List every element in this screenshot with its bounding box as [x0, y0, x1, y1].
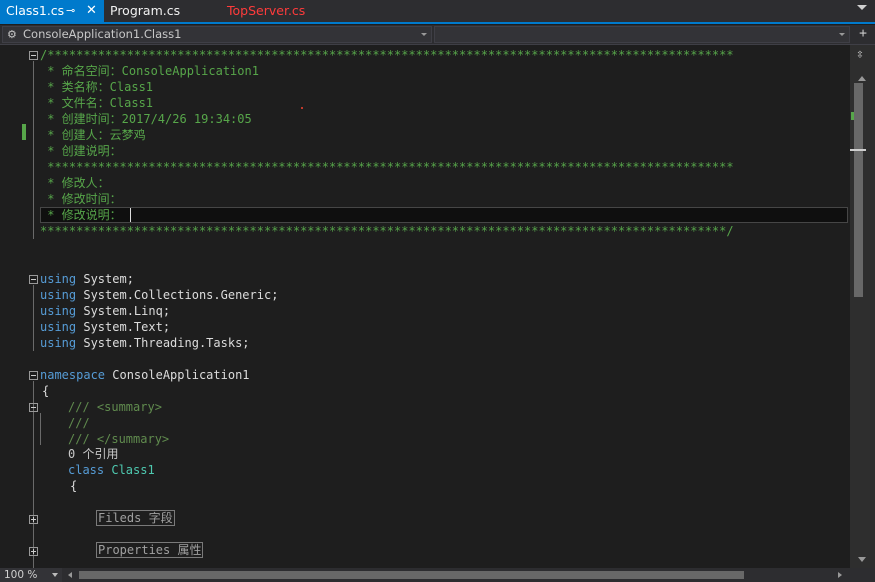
- zoom-value: 100 %: [4, 569, 38, 581]
- tab-overflow-icon[interactable]: [857, 5, 867, 10]
- region-label: Properties 属性: [96, 542, 204, 558]
- chevron-down-icon: [421, 33, 427, 36]
- namespace-name: ConsoleApplication1: [105, 368, 250, 382]
- code-line: ****************************************…: [40, 160, 734, 174]
- keyword: using: [40, 320, 77, 334]
- collapse-toggle[interactable]: [29, 51, 38, 60]
- chevron-down-icon: [839, 33, 845, 36]
- chevron-down-icon: [52, 573, 58, 577]
- using-line: using System;: [40, 271, 134, 287]
- doc-comment: /// </summary>: [68, 432, 170, 446]
- text-caret: [130, 208, 131, 222]
- codelens-references[interactable]: 0 个引用: [68, 446, 118, 462]
- namespace-ref: System.Collections.Generic;: [76, 288, 279, 302]
- code-line: ****************************************…: [40, 224, 734, 238]
- outline-guide: [40, 413, 41, 445]
- class-hierarchy-icon: ⚙: [7, 28, 17, 41]
- code-editor[interactable]: /***************************************…: [0, 45, 850, 568]
- member-selector-dropdown[interactable]: [434, 26, 850, 43]
- close-icon[interactable]: ✕: [86, 0, 97, 22]
- namespace-ref: System.Threading.Tasks;: [76, 336, 250, 350]
- code-line: * 类名称：Class1: [40, 80, 154, 94]
- code-line: * 文件名：Class1: [40, 96, 154, 110]
- caret-position-marker: [850, 149, 866, 151]
- collapsed-region[interactable]: Fileds 字段: [96, 510, 175, 526]
- keyword: namespace: [40, 368, 106, 382]
- red-dot: [301, 107, 303, 109]
- collapsed-region[interactable]: Properties 属性: [96, 542, 204, 558]
- namespace-ref: System;: [76, 272, 134, 286]
- using-line: using System.Linq;: [40, 303, 170, 319]
- doc-comment: /// <summary>: [68, 400, 162, 414]
- zoom-dropdown[interactable]: 100 %: [0, 568, 62, 582]
- scroll-thumb[interactable]: [854, 83, 863, 297]
- namespace-ref: System.Text;: [76, 320, 171, 334]
- pin-icon[interactable]: ⊸: [66, 0, 75, 22]
- code-line: * 创建说明：: [40, 144, 122, 158]
- tab-class1[interactable]: Class1.cs ⊸ ✕: [0, 0, 104, 22]
- expand-toggle[interactable]: [29, 547, 38, 556]
- class-name: Class1: [104, 463, 155, 477]
- keyword: class: [68, 463, 105, 477]
- current-line-highlight: [40, 207, 848, 223]
- code-line: * 创建人：云梦鸡: [40, 128, 146, 142]
- tab-topserver[interactable]: TopServer.cs: [221, 0, 311, 22]
- code-line: /***************************************…: [40, 48, 734, 62]
- change-marker: [851, 112, 854, 120]
- class-selector-value: ConsoleApplication1.Class1: [23, 27, 182, 41]
- tab-program[interactable]: Program.cs: [104, 0, 219, 22]
- doc-comment: ///: [68, 416, 90, 430]
- code-line: * 命名空间：ConsoleApplication1: [40, 64, 259, 78]
- code-line: * 修改说明：: [40, 208, 122, 222]
- tab-label: Class1.cs: [6, 3, 65, 18]
- split-plus-icon[interactable]: +: [859, 26, 867, 42]
- scroll-up-icon[interactable]: [858, 76, 866, 81]
- scroll-right-icon[interactable]: [838, 572, 842, 578]
- keyword: using: [40, 336, 77, 350]
- using-line: using System.Collections.Generic;: [40, 287, 278, 303]
- tab-label: TopServer.cs: [227, 3, 306, 18]
- collapse-toggle[interactable]: [29, 371, 38, 380]
- region-label: Fileds 字段: [96, 510, 175, 526]
- code-line: * 修改时间：: [40, 192, 122, 206]
- change-marker: [22, 124, 26, 140]
- collapse-toggle[interactable]: [29, 275, 38, 284]
- scroll-left-icon[interactable]: [68, 572, 72, 578]
- outline-guide: [33, 285, 34, 351]
- document-tab-bar: Class1.cs ⊸ ✕ Program.cs TopServer.cs: [0, 0, 875, 24]
- editor-status-bar: 100 %: [0, 568, 875, 582]
- keyword: using: [40, 288, 77, 302]
- tab-label: Program.cs: [110, 3, 181, 18]
- vertical-scrollbar[interactable]: ⇳: [850, 45, 875, 568]
- namespace-line: namespace ConsoleApplication1: [40, 367, 250, 383]
- code-line: * 修改人：: [40, 176, 110, 190]
- keyword: using: [40, 272, 77, 286]
- expand-toggle[interactable]: [29, 515, 38, 524]
- navigation-bar: ⚙ ConsoleApplication1.Class1 +: [0, 25, 875, 45]
- scroll-down-icon[interactable]: [858, 557, 866, 562]
- collapse-toggle[interactable]: [29, 403, 38, 412]
- brace: {: [42, 384, 50, 398]
- class-selector-dropdown[interactable]: ⚙ ConsoleApplication1.Class1: [2, 26, 432, 43]
- using-line: using System.Threading.Tasks;: [40, 335, 250, 351]
- horizontal-scroll-thumb[interactable]: [79, 571, 744, 579]
- outline-guide: [33, 61, 34, 239]
- using-line: using System.Text;: [40, 319, 170, 335]
- keyword: using: [40, 304, 77, 318]
- split-window-icon[interactable]: ⇳: [856, 48, 864, 62]
- namespace-ref: System.Linq;: [76, 304, 171, 318]
- brace: {: [70, 479, 78, 493]
- class-line: class Class1: [68, 462, 155, 478]
- code-line: * 创建时间：2017/4/26 19:34:05: [40, 112, 252, 126]
